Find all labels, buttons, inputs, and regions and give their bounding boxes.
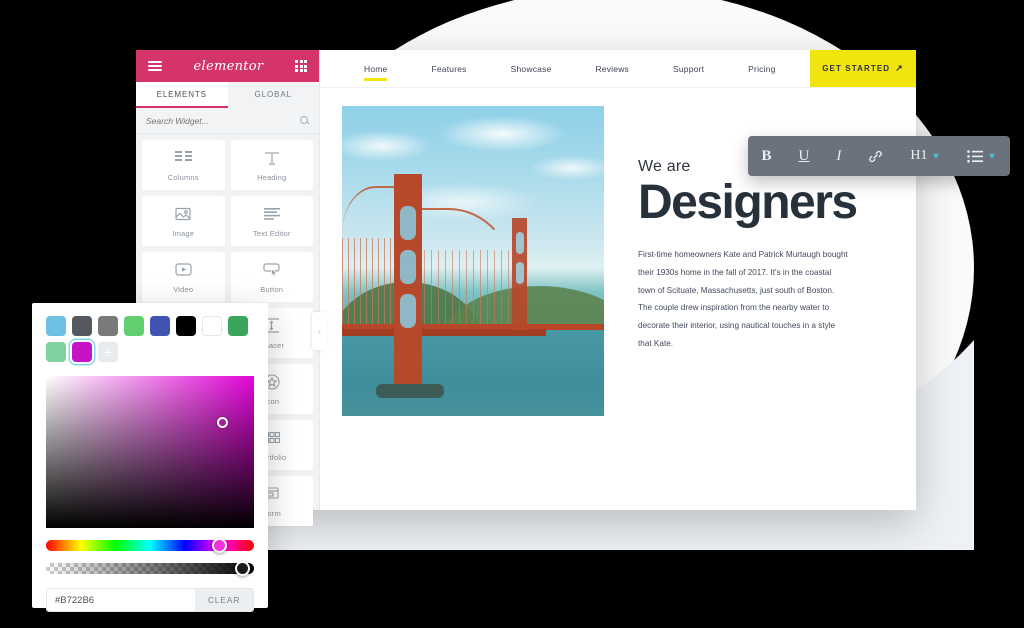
swatch[interactable] (98, 316, 118, 336)
nav-link-home[interactable]: Home (342, 50, 409, 87)
arrow-up-right-icon: ↗ (895, 63, 904, 73)
site-top-navigation: Home Features Showcase Reviews Support P… (320, 50, 916, 88)
swatch[interactable] (228, 316, 248, 336)
widget-label: Video (173, 284, 194, 294)
video-icon (175, 261, 192, 279)
italic-button[interactable]: I (836, 148, 841, 165)
widget-heading[interactable]: Heading (230, 140, 313, 190)
alpha-slider-handle[interactable] (235, 561, 250, 576)
screenshot-stage: elementor ELEMENTS GLOBAL Search Widget.… (0, 0, 1024, 628)
widget-button[interactable]: Button (230, 252, 313, 302)
nav-links: Home Features Showcase Reviews Support P… (320, 50, 810, 87)
editor-canvas: Home Features Showcase Reviews Support P… (320, 50, 916, 510)
bridge-deck-shadow (342, 329, 546, 336)
panel-tabs: ELEMENTS GLOBAL (136, 82, 319, 108)
panel-collapse-handle[interactable]: ‹ (312, 312, 327, 350)
hero-paragraph[interactable]: First-time homeowners Kate and Patrick M… (638, 246, 850, 352)
hamburger-icon[interactable] (148, 59, 162, 73)
button-icon (263, 261, 280, 279)
nav-link-pricing[interactable]: Pricing (726, 50, 797, 87)
tab-global[interactable]: GLOBAL (227, 82, 319, 108)
nav-link-features[interactable]: Features (409, 50, 488, 87)
chevron-left-icon: ‹ (318, 326, 321, 336)
widget-columns[interactable]: Columns (142, 140, 225, 190)
saturation-value-area[interactable] (46, 376, 254, 528)
water (342, 328, 604, 416)
panel-header: elementor (136, 50, 319, 82)
heading-level-label: H1 (910, 148, 928, 163)
hero-image (342, 106, 604, 416)
bridge-tower-near (394, 174, 422, 386)
swatch-selected[interactable] (72, 342, 92, 362)
search-widget-row (136, 108, 319, 134)
nav-link-showcase[interactable]: Showcase (489, 50, 574, 87)
clear-button[interactable]: CLEAR (195, 589, 253, 611)
link-icon[interactable] (868, 149, 883, 164)
widget-label: Text Editor (252, 228, 291, 238)
swatch[interactable] (202, 316, 222, 336)
elementor-logo: elementor (193, 58, 264, 74)
swatch[interactable] (150, 316, 170, 336)
bridge-suspender-cables-right (424, 250, 510, 324)
rich-text-toolbar: B U I H1 ▼ ▼ (748, 136, 1010, 176)
widget-video[interactable]: Video (142, 252, 225, 302)
underline-button[interactable]: U (799, 148, 810, 165)
bridge-suspender-cables-left (342, 238, 396, 324)
widget-label: Button (260, 284, 284, 294)
hex-input[interactable] (47, 589, 195, 611)
widget-image[interactable]: Image (142, 196, 225, 246)
get-started-label: GET STARTED (822, 64, 891, 73)
bold-button[interactable]: B (762, 148, 772, 165)
color-picker-popup: + CLEAR (32, 303, 268, 612)
tab-elements[interactable]: ELEMENTS (136, 82, 228, 108)
swatch[interactable] (46, 342, 66, 362)
nav-link-support[interactable]: Support (651, 50, 726, 87)
add-swatch-button[interactable]: + (98, 342, 118, 362)
search-input[interactable] (146, 115, 300, 126)
nav-link-reviews[interactable]: Reviews (573, 50, 651, 87)
search-icon[interactable] (300, 116, 309, 125)
swatch[interactable] (46, 316, 66, 336)
columns-icon (174, 149, 192, 167)
get-started-button[interactable]: GET STARTED ↗ (810, 50, 916, 87)
hue-slider-handle[interactable] (212, 538, 227, 553)
widget-label: Columns (167, 172, 199, 182)
swatch[interactable] (124, 316, 144, 336)
list-button[interactable]: ▼ (967, 149, 997, 163)
alpha-slider[interactable] (46, 561, 254, 576)
heading-icon (264, 149, 280, 167)
image-icon (175, 205, 191, 223)
bridge-tower-far (512, 218, 527, 330)
widget-label: Image (172, 228, 195, 238)
widget-text-editor[interactable]: Text Editor (230, 196, 313, 246)
chevron-down-icon: ▼ (931, 151, 941, 161)
hero-headline[interactable]: Designers (638, 177, 858, 228)
hex-input-row: CLEAR (46, 588, 254, 612)
swatch[interactable] (176, 316, 196, 336)
chevron-down-icon: ▼ (987, 151, 997, 161)
bridge-pier (376, 384, 444, 398)
widget-label: Heading (257, 172, 287, 182)
text-editor-icon (263, 205, 280, 223)
hue-slider[interactable] (46, 538, 254, 553)
color-swatch-list: + (32, 303, 268, 362)
heading-level-button[interactable]: H1 ▼ (910, 148, 940, 164)
grid-icon[interactable] (295, 60, 307, 72)
swatch[interactable] (72, 316, 92, 336)
saturation-handle[interactable] (217, 417, 228, 428)
